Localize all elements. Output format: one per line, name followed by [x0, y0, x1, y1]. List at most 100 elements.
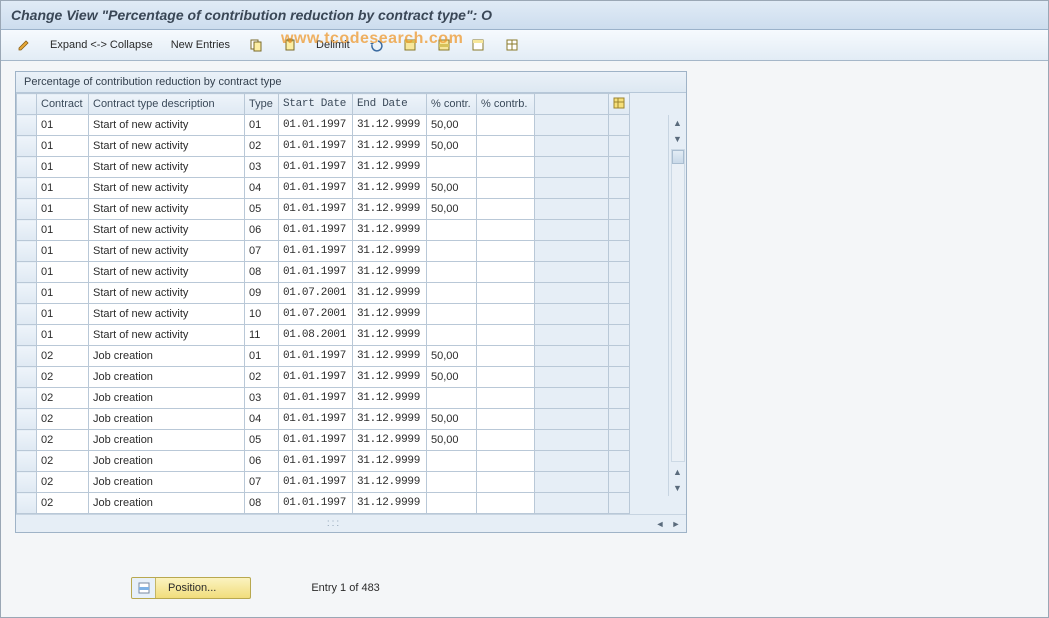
cell-end[interactable]: 31.12.9999 — [353, 472, 427, 493]
cell-contract[interactable]: 01 — [37, 136, 89, 157]
cell-pct1[interactable]: 50,00 — [427, 136, 477, 157]
delimit-button[interactable]: Delimit — [309, 34, 357, 56]
cell-start[interactable]: 01.01.1997 — [279, 136, 353, 157]
cell-pct2[interactable] — [477, 115, 535, 136]
cell-type[interactable]: 01 — [245, 115, 279, 136]
cell-end[interactable]: 31.12.9999 — [353, 493, 427, 514]
cell-contract[interactable]: 02 — [37, 430, 89, 451]
cell-start[interactable]: 01.01.1997 — [279, 199, 353, 220]
cell-type[interactable]: 11 — [245, 325, 279, 346]
row-selector[interactable] — [17, 241, 37, 262]
expand-collapse-button[interactable]: Expand <-> Collapse — [43, 34, 160, 56]
cell-desc[interactable]: Start of new activity — [89, 178, 245, 199]
cell-end[interactable]: 31.12.9999 — [353, 409, 427, 430]
cell-desc[interactable]: Start of new activity — [89, 136, 245, 157]
new-entries-button[interactable]: New Entries — [164, 34, 237, 56]
cell-pct1[interactable] — [427, 283, 477, 304]
scroll-up-small-icon[interactable]: ▲ — [673, 464, 682, 480]
cell-end[interactable]: 31.12.9999 — [353, 178, 427, 199]
scroll-down-small-icon[interactable]: ▼ — [673, 131, 682, 147]
cell-end[interactable]: 31.12.9999 — [353, 241, 427, 262]
row-selector[interactable] — [17, 409, 37, 430]
cell-type[interactable]: 01 — [245, 346, 279, 367]
cell-pct2[interactable] — [477, 493, 535, 514]
cell-desc[interactable]: Start of new activity — [89, 304, 245, 325]
select-all-button[interactable] — [395, 34, 425, 56]
cell-pct2[interactable] — [477, 430, 535, 451]
table-row[interactable]: 02Job creation0401.01.199731.12.999950,0… — [17, 409, 630, 430]
col-desc[interactable]: Contract type description — [89, 94, 245, 115]
table-row[interactable]: 02Job creation0201.01.199731.12.999950,0… — [17, 367, 630, 388]
cell-type[interactable]: 03 — [245, 388, 279, 409]
cell-desc[interactable]: Start of new activity — [89, 283, 245, 304]
col-type[interactable]: Type — [245, 94, 279, 115]
table-row[interactable]: 01Start of new activity1001.07.200131.12… — [17, 304, 630, 325]
cell-pct2[interactable] — [477, 388, 535, 409]
cell-pct1[interactable] — [427, 157, 477, 178]
cell-type[interactable]: 03 — [245, 157, 279, 178]
row-selector[interactable] — [17, 388, 37, 409]
cell-start[interactable]: 01.07.2001 — [279, 283, 353, 304]
row-selector[interactable] — [17, 451, 37, 472]
table-row[interactable]: 02Job creation0101.01.199731.12.999950,0… — [17, 346, 630, 367]
cell-desc[interactable]: Start of new activity — [89, 115, 245, 136]
scroll-right-icon[interactable]: ► — [668, 519, 684, 529]
position-button[interactable]: Position... — [131, 577, 251, 599]
cell-end[interactable]: 31.12.9999 — [353, 430, 427, 451]
data-grid[interactable]: Contract Contract type description Type … — [16, 93, 630, 514]
cell-start[interactable]: 01.01.1997 — [279, 262, 353, 283]
cell-pct1[interactable]: 50,00 — [427, 367, 477, 388]
cell-pct2[interactable] — [477, 409, 535, 430]
cell-end[interactable]: 31.12.9999 — [353, 388, 427, 409]
cell-pct2[interactable] — [477, 157, 535, 178]
cell-pct1[interactable]: 50,00 — [427, 430, 477, 451]
table-row[interactable]: 02Job creation0601.01.199731.12.9999 — [17, 451, 630, 472]
cell-pct2[interactable] — [477, 178, 535, 199]
cell-contract[interactable]: 01 — [37, 220, 89, 241]
cell-pct1[interactable]: 50,00 — [427, 199, 477, 220]
cell-end[interactable]: 31.12.9999 — [353, 451, 427, 472]
cell-start[interactable]: 01.01.1997 — [279, 115, 353, 136]
row-selector[interactable] — [17, 157, 37, 178]
cell-contract[interactable]: 01 — [37, 157, 89, 178]
cell-type[interactable]: 09 — [245, 283, 279, 304]
cell-end[interactable]: 31.12.9999 — [353, 346, 427, 367]
table-row[interactable]: 01Start of new activity0901.07.200131.12… — [17, 283, 630, 304]
undo-button[interactable] — [361, 34, 391, 56]
cell-pct1[interactable]: 50,00 — [427, 178, 477, 199]
cell-start[interactable]: 01.01.1997 — [279, 430, 353, 451]
cell-type[interactable]: 10 — [245, 304, 279, 325]
cell-pct1[interactable] — [427, 388, 477, 409]
cell-end[interactable]: 31.12.9999 — [353, 157, 427, 178]
cell-pct1[interactable] — [427, 262, 477, 283]
cell-pct1[interactable] — [427, 451, 477, 472]
cell-start[interactable]: 01.01.1997 — [279, 241, 353, 262]
cell-type[interactable]: 08 — [245, 493, 279, 514]
cell-pct1[interactable]: 50,00 — [427, 115, 477, 136]
cell-start[interactable]: 01.01.1997 — [279, 388, 353, 409]
cell-desc[interactable]: Start of new activity — [89, 325, 245, 346]
row-header-corner[interactable] — [17, 94, 37, 115]
cell-start[interactable]: 01.01.1997 — [279, 346, 353, 367]
cell-desc[interactable]: Start of new activity — [89, 241, 245, 262]
cell-type[interactable]: 04 — [245, 178, 279, 199]
table-row[interactable]: 01Start of new activity0501.01.199731.12… — [17, 199, 630, 220]
table-row[interactable]: 01Start of new activity0701.01.199731.12… — [17, 241, 630, 262]
cell-pct2[interactable] — [477, 451, 535, 472]
cell-desc[interactable]: Job creation — [89, 367, 245, 388]
cell-pct1[interactable] — [427, 304, 477, 325]
cell-type[interactable]: 04 — [245, 409, 279, 430]
cell-contract[interactable]: 01 — [37, 283, 89, 304]
table-row[interactable]: 01Start of new activity0101.01.199731.12… — [17, 115, 630, 136]
cell-pct2[interactable] — [477, 241, 535, 262]
row-selector[interactable] — [17, 262, 37, 283]
hscroll-grip-icon[interactable]: ::: — [16, 518, 652, 529]
table-row[interactable]: 02Job creation0701.01.199731.12.9999 — [17, 472, 630, 493]
cell-contract[interactable]: 01 — [37, 199, 89, 220]
cell-pct1[interactable]: 50,00 — [427, 409, 477, 430]
row-selector[interactable] — [17, 136, 37, 157]
cell-desc[interactable]: Start of new activity — [89, 157, 245, 178]
cell-desc[interactable]: Start of new activity — [89, 220, 245, 241]
cell-contract[interactable]: 01 — [37, 115, 89, 136]
cell-type[interactable]: 02 — [245, 136, 279, 157]
